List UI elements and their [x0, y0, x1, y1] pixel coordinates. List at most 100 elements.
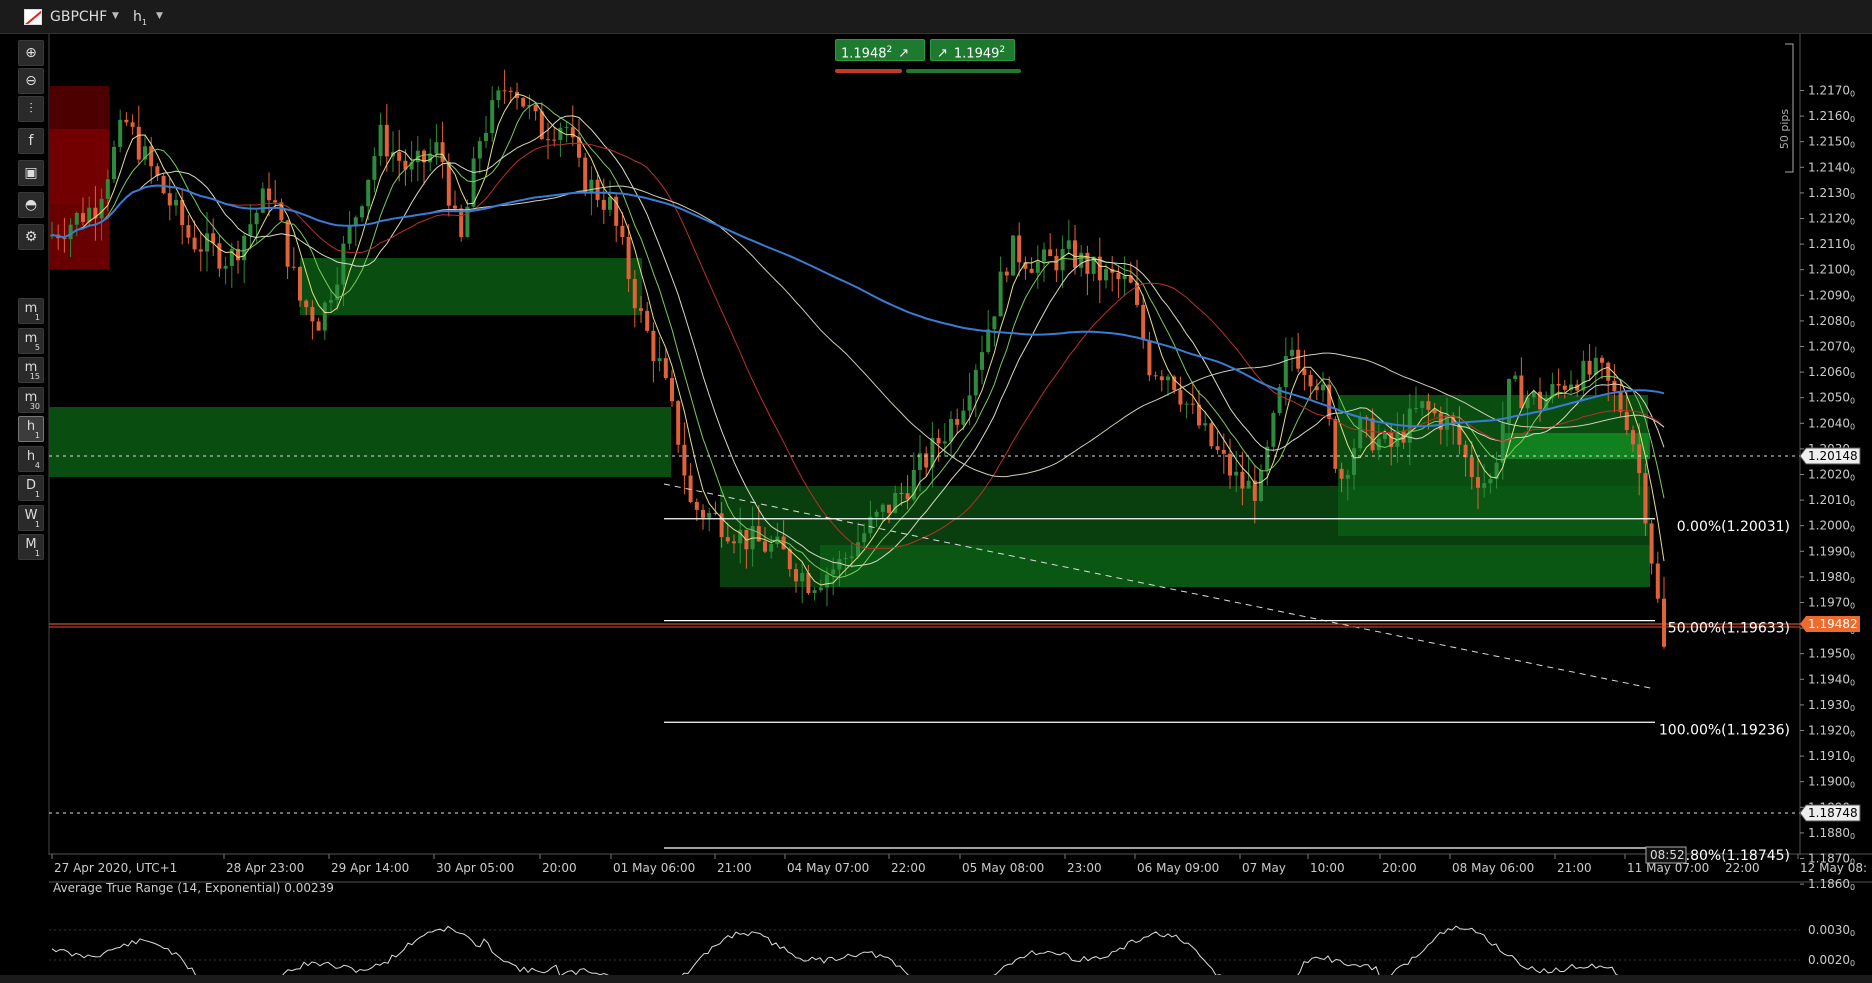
- candle-body: [502, 90, 507, 92]
- candle-body: [682, 444, 687, 476]
- candle-body: [1587, 360, 1592, 375]
- price-value: 1.2140: [1808, 160, 1850, 174]
- candle-body: [1296, 349, 1301, 369]
- fib-level-label: 0.00%(1.20031): [1677, 519, 1790, 535]
- price-axis-label: 1.19800: [1808, 570, 1855, 585]
- price-value-suffix: 0: [1850, 704, 1855, 713]
- price-value: 1.2070: [1808, 340, 1850, 354]
- price-value: 1.2110: [1808, 237, 1850, 251]
- price-axis-label: 1.20200: [1808, 468, 1855, 483]
- price-value-suffix: 0: [1850, 269, 1855, 278]
- candle-body: [899, 492, 904, 494]
- price-value: 1.1860: [1808, 877, 1850, 891]
- price-axis-label: 1.21300: [1808, 186, 1855, 201]
- candle-body: [1190, 403, 1195, 405]
- price-axis-label: 1.20500: [1808, 391, 1855, 406]
- candle-body: [304, 300, 309, 308]
- candle-body: [1600, 357, 1604, 363]
- price-value-suffix: 0: [1850, 678, 1855, 687]
- candle-body: [254, 212, 259, 225]
- timeframe-dropdown-icon[interactable]: ▼: [156, 11, 163, 21]
- price-value-suffix: 0: [1850, 141, 1855, 150]
- candle-body: [856, 542, 860, 557]
- time-axis-label: 30 Apr 05:00: [436, 861, 514, 875]
- candle-body: [1519, 375, 1524, 409]
- price-axis-label: 1.20100: [1808, 493, 1855, 508]
- candle-body: [248, 224, 253, 236]
- candle-body: [639, 308, 643, 311]
- candle-body: [1048, 249, 1053, 257]
- candle-body: [74, 213, 79, 225]
- candle-body: [1494, 462, 1499, 480]
- candle-body: [1017, 235, 1022, 263]
- price-value: 1.1880: [1808, 826, 1850, 840]
- buy-button[interactable]: ↗ 1.19492: [930, 39, 1015, 61]
- price-axis-label: 1.18600: [1808, 877, 1855, 892]
- candle-body: [384, 124, 389, 157]
- candle-body: [955, 418, 960, 425]
- price-value-suffix: 0: [1850, 474, 1855, 483]
- candle-body: [701, 509, 705, 518]
- candle-body: [1339, 468, 1344, 479]
- candle-body: [310, 307, 315, 322]
- candle-body: [533, 105, 538, 112]
- time-axis-label: 20:00: [542, 861, 577, 875]
- candle-body: [112, 146, 116, 180]
- price-value: 1.2100: [1808, 263, 1850, 277]
- candle-body: [1234, 471, 1239, 476]
- candle-body: [1166, 376, 1170, 381]
- time-axis-label: 20:00: [1382, 861, 1417, 875]
- candle-body: [81, 213, 85, 222]
- candle-body: [1178, 390, 1183, 405]
- atr-axis-label: 0.00300: [1808, 923, 1855, 938]
- price-tag-label: 1.20148: [1808, 449, 1858, 463]
- symbol-name[interactable]: GBPCHF: [50, 9, 107, 25]
- fib-level-label: 100.00%(1.19236): [1659, 722, 1790, 738]
- candle-body: [973, 369, 978, 396]
- candle-body: [874, 511, 879, 517]
- candle-body: [1432, 409, 1437, 414]
- candle-body: [694, 502, 699, 510]
- candle-body: [298, 266, 302, 301]
- atr-line: [51, 925, 1619, 975]
- candle-body: [205, 233, 209, 252]
- candle-body: [806, 573, 811, 593]
- price-value: 1.2080: [1808, 314, 1850, 328]
- symbol-dropdown-icon[interactable]: ▼: [112, 11, 119, 21]
- candle-body: [880, 504, 885, 512]
- candle-body: [1085, 252, 1090, 274]
- candle-body: [1606, 362, 1611, 381]
- price-value-suffix: 0: [1850, 371, 1855, 380]
- sell-button[interactable]: 1.19482 ↗: [835, 39, 925, 61]
- candle-body: [1184, 403, 1189, 405]
- time-axis-label: 10:00: [1310, 861, 1345, 875]
- candle-body: [1128, 275, 1133, 283]
- candle-body: [645, 310, 650, 331]
- candle-body: [608, 196, 612, 210]
- time-axis-label: 06 May 09:00: [1137, 861, 1219, 875]
- price-axis-label: 1.20000: [1808, 519, 1855, 534]
- candle-body: [372, 156, 377, 180]
- candle-body: [725, 537, 730, 542]
- candle-body: [595, 179, 600, 200]
- candle-body: [521, 97, 526, 107]
- candle-body: [787, 549, 792, 570]
- candle-body: [769, 544, 774, 552]
- candle-body: [1476, 477, 1480, 488]
- candle-body: [217, 243, 222, 269]
- timeframe-selector[interactable]: h1: [133, 9, 147, 27]
- candle-body: [1531, 391, 1536, 398]
- candle-body: [1562, 385, 1567, 390]
- candle-body: [967, 395, 972, 411]
- candle-body: [149, 146, 154, 167]
- candle-body: [1426, 401, 1431, 410]
- price-chart[interactable]: 0.00%(1.20031) 50.00%(1.19633) 100.00%(1.1…: [0, 34, 1872, 975]
- price-value-suffix: 0: [1850, 525, 1855, 534]
- price-axis-label: 1.21000: [1808, 263, 1855, 278]
- price-value-suffix: 0: [1850, 346, 1855, 355]
- candle-body: [1104, 268, 1108, 281]
- price-value-suffix: 0: [1850, 294, 1855, 303]
- price-value: 1.2050: [1808, 391, 1850, 405]
- candle-body: [87, 207, 92, 222]
- candle-body: [961, 410, 966, 425]
